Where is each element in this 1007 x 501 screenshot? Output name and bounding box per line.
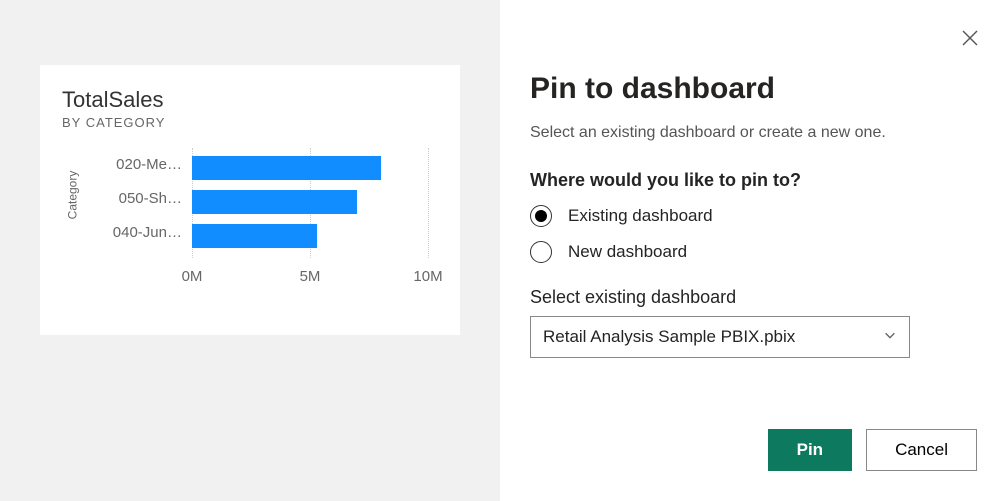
chart-card: TotalSales BY CATEGORY Category 020-Me… … [40,65,460,335]
x-tick: 5M [300,268,321,285]
dialog-subtitle: Select an existing dashboard or create a… [530,124,977,142]
bar-label: 020-Me… [62,156,182,173]
x-tick: 10M [413,268,442,285]
bars-container [192,148,428,258]
dialog-pane: Pin to dashboard Select an existing dash… [500,0,1007,501]
bar-rect [192,156,381,180]
x-axis-ticks: 0M 5M 10M [192,268,428,288]
cancel-button[interactable]: Cancel [866,429,977,471]
bar-label: 050-Sh… [62,190,182,207]
dialog-title: Pin to dashboard [530,72,977,106]
close-icon [962,30,978,46]
dialog-question: Where would you like to pin to? [530,170,977,191]
radio-icon [530,241,552,263]
preview-pane: TotalSales BY CATEGORY Category 020-Me… … [0,0,500,501]
bar-rect [192,190,357,214]
chart-subtitle: BY CATEGORY [62,115,438,130]
bar-label: 040-Jun… [62,224,182,241]
chart-area: Category 020-Me… 050-Sh… 040-Jun… [62,148,438,318]
bar-rect [192,224,317,248]
dialog-buttons: Pin Cancel [530,429,977,481]
chevron-down-icon [883,327,897,347]
grid-line [428,148,429,258]
select-value: Retail Analysis Sample PBIX.pbix [543,327,795,347]
radio-label: Existing dashboard [568,206,713,226]
chart-title: TotalSales [62,87,438,113]
dashboard-select[interactable]: Retail Analysis Sample PBIX.pbix [530,316,910,358]
radio-icon [530,205,552,227]
close-button[interactable] [962,30,982,50]
pin-button[interactable]: Pin [768,429,852,471]
x-tick: 0M [182,268,203,285]
select-dashboard-label: Select existing dashboard [530,287,977,308]
radio-existing-dashboard[interactable]: Existing dashboard [530,205,977,227]
radio-label: New dashboard [568,242,687,262]
radio-new-dashboard[interactable]: New dashboard [530,241,977,263]
